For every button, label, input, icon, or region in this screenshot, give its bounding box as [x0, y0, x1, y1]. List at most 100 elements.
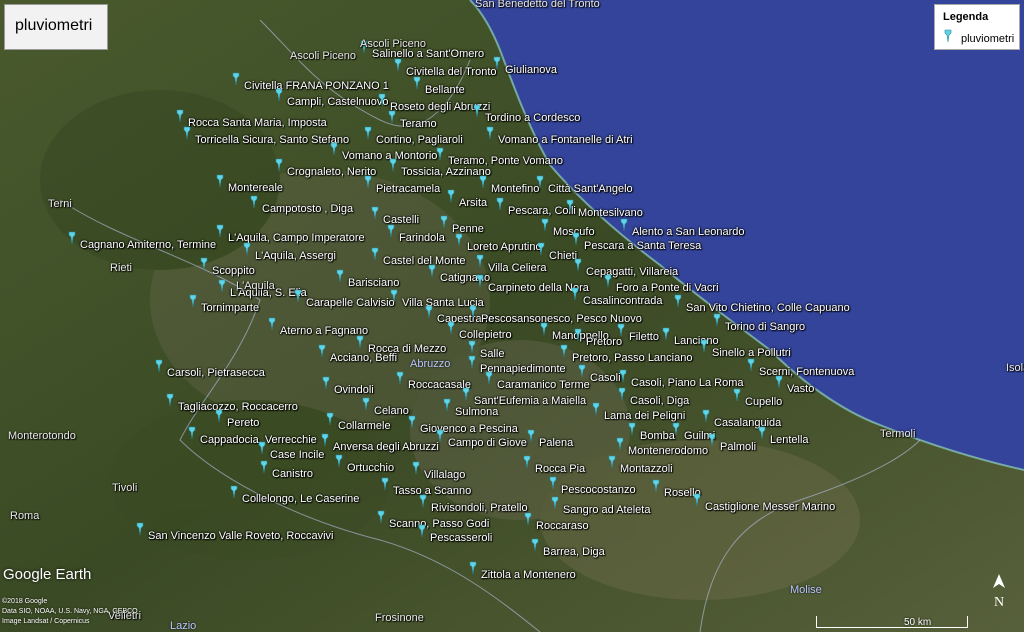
pluviometro-pin-icon[interactable] — [558, 344, 570, 358]
pluviometro-pin-icon[interactable] — [491, 56, 503, 70]
station-label[interactable]: Villa Celiera — [488, 262, 547, 275]
pluviometro-pin-icon[interactable] — [362, 175, 374, 189]
station-label[interactable]: Tasso a Scanno — [393, 485, 471, 498]
pluviometro-pin-icon[interactable] — [453, 233, 465, 247]
pluviometro-pin-icon[interactable] — [153, 359, 165, 373]
pluviometro-pin-icon[interactable] — [198, 257, 210, 271]
station-label[interactable]: Anversa degli Abruzzi — [333, 441, 439, 454]
station-label[interactable]: Pretoro, Passo Lanciano — [572, 352, 692, 365]
pluviometro-pin-icon[interactable] — [375, 510, 387, 524]
pluviometro-pin-icon[interactable] — [406, 415, 418, 429]
pluviometro-pin-icon[interactable] — [392, 58, 404, 72]
pluviometro-pin-icon[interactable] — [411, 76, 423, 90]
pluviometro-pin-icon[interactable] — [474, 274, 486, 288]
station-label[interactable]: Farindola — [399, 232, 445, 245]
station-label[interactable]: Torino di Sangro — [725, 321, 805, 334]
pluviometro-pin-icon[interactable] — [423, 305, 435, 319]
pluviometro-pin-icon[interactable] — [164, 393, 176, 407]
station-label[interactable]: Sangro ad Ateleta — [563, 504, 650, 517]
pluviometro-pin-icon[interactable] — [460, 387, 472, 401]
pluviometro-pin-icon[interactable] — [626, 422, 638, 436]
pluviometro-pin-icon[interactable] — [471, 104, 483, 118]
station-label[interactable]: Canistro — [272, 468, 313, 481]
pluviometro-pin-icon[interactable] — [698, 339, 710, 353]
pluviometro-pin-icon[interactable] — [539, 218, 551, 232]
station-label[interactable]: Casoli, Piano La Roma — [631, 377, 744, 390]
pluviometro-pin-icon[interactable] — [572, 258, 584, 272]
station-label[interactable]: Campli, Castelnuovo — [287, 96, 389, 109]
station-label[interactable]: Montefino — [491, 183, 539, 196]
station-label[interactable]: Zittola a Montenero — [481, 569, 576, 582]
pluviometro-pin-icon[interactable] — [379, 477, 391, 491]
station-label[interactable]: Civitella FRANA PONZANO 1 — [244, 80, 389, 93]
pluviometro-pin-icon[interactable] — [483, 371, 495, 385]
pluviometro-pin-icon[interactable] — [273, 88, 285, 102]
station-label[interactable]: Campotosto , Diga — [262, 203, 353, 216]
pluviometro-pin-icon[interactable] — [522, 512, 534, 526]
station-label[interactable]: Loreto Aprutino — [467, 241, 542, 254]
pluviometro-pin-icon[interactable] — [615, 323, 627, 337]
pluviometro-pin-icon[interactable] — [434, 147, 446, 161]
station-label[interactable]: Case Incile — [270, 449, 324, 462]
pluviometro-pin-icon[interactable] — [525, 429, 537, 443]
pluviometro-pin-icon[interactable] — [731, 388, 743, 402]
station-label[interactable]: Casoli, Diga — [630, 395, 689, 408]
station-label[interactable]: Collelongo, Le Caserine — [242, 493, 359, 506]
pluviometro-pin-icon[interactable] — [328, 142, 340, 156]
north-arrow-icon[interactable]: N — [988, 572, 1010, 614]
station-label[interactable]: Casoli — [590, 372, 621, 385]
station-label[interactable]: Ortucchio — [347, 462, 394, 475]
station-label[interactable]: Scanno, Passo Godi — [389, 518, 489, 531]
pluviometro-pin-icon[interactable] — [248, 195, 260, 209]
pluviometro-pin-icon[interactable] — [410, 461, 422, 475]
station-label[interactable]: Filetto — [629, 331, 659, 344]
station-label[interactable]: Palmoli — [720, 441, 756, 454]
pluviometro-pin-icon[interactable] — [369, 247, 381, 261]
pluviometro-pin-icon[interactable] — [256, 441, 268, 455]
station-label[interactable]: Castel del Monte — [383, 255, 466, 268]
pluviometro-pin-icon[interactable] — [386, 110, 398, 124]
pluviometro-pin-icon[interactable] — [602, 274, 614, 288]
pluviometro-pin-icon[interactable] — [535, 242, 547, 256]
pluviometro-pin-icon[interactable] — [441, 398, 453, 412]
station-label[interactable]: Acciano, Beffi — [330, 352, 397, 365]
station-label[interactable]: Barrea, Diga — [543, 546, 605, 559]
station-label[interactable]: Lentella — [770, 434, 809, 447]
pluviometro-pin-icon[interactable] — [230, 72, 242, 86]
pluviometro-pin-icon[interactable] — [333, 454, 345, 468]
pluviometro-pin-icon[interactable] — [569, 287, 581, 301]
pluviometro-pin-icon[interactable] — [186, 426, 198, 440]
pluviometro-pin-icon[interactable] — [258, 460, 270, 474]
station-label[interactable]: Vomano a Fontanelle di Atri — [498, 134, 633, 147]
station-label[interactable]: Pescara a Santa Teresa — [584, 240, 701, 253]
station-label[interactable]: Tagliacozzo, Roccacerro — [178, 401, 298, 414]
pluviometro-pin-icon[interactable] — [547, 476, 559, 490]
station-label[interactable]: Montenerodomo — [628, 445, 708, 458]
station-label[interactable]: Vasto — [787, 383, 814, 396]
pluviometro-pin-icon[interactable] — [445, 189, 457, 203]
pluviometro-pin-icon[interactable] — [241, 242, 253, 256]
pluviometro-pin-icon[interactable] — [616, 387, 628, 401]
pluviometro-pin-icon[interactable] — [445, 321, 457, 335]
pluviometro-pin-icon[interactable] — [324, 412, 336, 426]
pluviometro-pin-icon[interactable] — [426, 264, 438, 278]
pluviometro-pin-icon[interactable] — [394, 371, 406, 385]
station-label[interactable]: Cepagatti, Villareia — [586, 266, 678, 279]
station-label[interactable]: Cagnano Amiterno, Termine — [80, 239, 216, 252]
pluviometro-pin-icon[interactable] — [316, 344, 328, 358]
station-label[interactable]: Teramo — [400, 118, 437, 131]
station-label[interactable]: San Vincenzo Valle Roveto, Roccavivi — [148, 530, 333, 543]
pluviometro-pin-icon[interactable] — [494, 197, 506, 211]
pluviometro-pin-icon[interactable] — [521, 455, 533, 469]
pluviometro-pin-icon[interactable] — [320, 376, 332, 390]
pluviometro-pin-icon[interactable] — [691, 493, 703, 507]
pluviometro-pin-icon[interactable] — [417, 494, 429, 508]
pluviometro-pin-icon[interactable] — [650, 479, 662, 493]
station-label[interactable]: Rocca Pia — [535, 463, 585, 476]
pluviometro-pin-icon[interactable] — [617, 369, 629, 383]
pluviometro-pin-icon[interactable] — [466, 340, 478, 354]
station-label[interactable]: Ovindoli — [334, 384, 374, 397]
pluviometro-pin-icon[interactable] — [388, 289, 400, 303]
station-label[interactable]: Celano — [374, 405, 409, 418]
station-label[interactable]: Pietracamela — [376, 183, 440, 196]
